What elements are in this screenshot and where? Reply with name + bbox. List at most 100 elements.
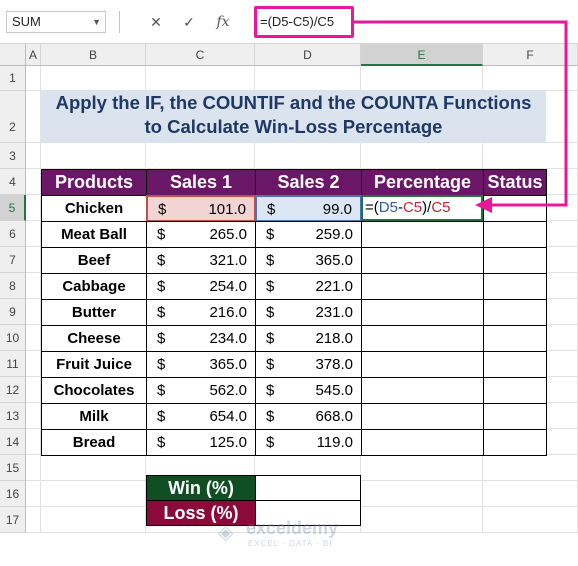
product-cell[interactable]: Butter <box>41 299 147 326</box>
row-header-12[interactable]: 12 <box>0 377 26 403</box>
grid-cell[interactable] <box>483 507 578 533</box>
status-cell[interactable] <box>483 195 547 222</box>
percentage-cell[interactable] <box>361 351 484 378</box>
sales1-cell[interactable]: $562.0 <box>146 377 256 404</box>
sales2-cell[interactable]: $378.0 <box>255 351 362 378</box>
insert-function-icon[interactable]: fx <box>209 11 237 33</box>
grid-cell[interactable] <box>26 169 41 195</box>
row-header-14[interactable]: 14 <box>0 429 26 455</box>
grid-cell[interactable] <box>146 66 255 91</box>
status-cell[interactable] <box>483 429 547 456</box>
status-cell[interactable] <box>483 351 547 378</box>
row-header-15[interactable]: 15 <box>0 455 26 481</box>
grid-cell[interactable] <box>361 507 483 533</box>
column-header-d[interactable]: D <box>255 44 361 66</box>
grid-cell[interactable] <box>483 143 578 169</box>
grid-cell[interactable] <box>483 481 578 507</box>
sales1-cell[interactable]: $234.0 <box>146 325 256 352</box>
name-box[interactable]: SUM ▼ <box>6 11 106 33</box>
sales2-cell[interactable]: $99.0 <box>255 195 362 222</box>
grid-cell[interactable] <box>26 507 41 533</box>
grid-cell[interactable] <box>26 221 41 247</box>
active-cell-e5[interactable]: =(D5-C5)/C5 <box>361 195 483 221</box>
percentage-cell[interactable] <box>361 325 484 352</box>
row-header-8[interactable]: 8 <box>0 273 26 299</box>
grid-cell[interactable] <box>26 481 41 507</box>
sales2-cell[interactable]: $119.0 <box>255 429 362 456</box>
row-header-9[interactable]: 9 <box>0 299 26 325</box>
row-header-2[interactable]: 2 <box>0 91 26 143</box>
sales1-cell[interactable]: $216.0 <box>146 299 256 326</box>
grid-cell[interactable] <box>255 143 361 169</box>
percentage-cell[interactable] <box>361 273 484 300</box>
product-cell[interactable]: Cabbage <box>41 273 147 300</box>
product-cell[interactable]: Chocolates <box>41 377 147 404</box>
grid-cell[interactable] <box>41 455 146 481</box>
product-cell[interactable]: Meat Ball <box>41 221 147 248</box>
grid-cell[interactable] <box>41 143 146 169</box>
row-header-10[interactable]: 10 <box>0 325 26 351</box>
product-cell[interactable]: Beef <box>41 247 147 274</box>
chevron-down-icon[interactable]: ▼ <box>92 12 101 32</box>
product-cell[interactable]: Milk <box>41 403 147 430</box>
product-cell[interactable]: Bread <box>41 429 147 456</box>
grid-cell[interactable] <box>361 143 483 169</box>
grid-cell[interactable] <box>26 325 41 351</box>
percentage-cell[interactable] <box>361 377 484 404</box>
row-header-1[interactable]: 1 <box>0 66 26 91</box>
column-header-f[interactable]: F <box>483 44 578 66</box>
grid-cell[interactable] <box>26 299 41 325</box>
percentage-cell[interactable] <box>361 299 484 326</box>
sales1-cell[interactable]: $365.0 <box>146 351 256 378</box>
percentage-cell[interactable] <box>361 429 484 456</box>
row-header-16[interactable]: 16 <box>0 481 26 507</box>
sales2-cell[interactable]: $221.0 <box>255 273 362 300</box>
column-header-b[interactable]: B <box>41 44 146 66</box>
row-header-6[interactable]: 6 <box>0 221 26 247</box>
status-cell[interactable] <box>483 403 547 430</box>
product-cell[interactable]: Chicken <box>41 195 147 222</box>
sales2-cell[interactable]: $218.0 <box>255 325 362 352</box>
row-header-5[interactable]: 5 <box>0 195 26 221</box>
sales2-cell[interactable]: $365.0 <box>255 247 362 274</box>
sales1-cell[interactable]: $654.0 <box>146 403 256 430</box>
grid-cell[interactable] <box>146 143 255 169</box>
column-header-c[interactable]: C <box>146 44 255 66</box>
grid-cell[interactable] <box>26 91 41 143</box>
row-header-17[interactable]: 17 <box>0 507 26 533</box>
product-cell[interactable]: Cheese <box>41 325 147 352</box>
grid-cell[interactable] <box>41 66 146 91</box>
grid-cell[interactable] <box>361 481 483 507</box>
sales2-cell[interactable]: $545.0 <box>255 377 362 404</box>
grid-cell[interactable] <box>26 66 41 91</box>
grid-cell[interactable] <box>26 195 41 221</box>
row-header-4[interactable]: 4 <box>0 169 26 195</box>
sales1-cell[interactable]: $265.0 <box>146 221 256 248</box>
sales1-cell[interactable]: $254.0 <box>146 273 256 300</box>
status-cell[interactable] <box>483 325 547 352</box>
grid-cell[interactable] <box>361 66 483 91</box>
percentage-cell[interactable] <box>361 247 484 274</box>
sales1-cell[interactable]: $101.0 <box>146 195 256 222</box>
row-header-7[interactable]: 7 <box>0 247 26 273</box>
grid-cell[interactable] <box>26 143 41 169</box>
row-header-13[interactable]: 13 <box>0 403 26 429</box>
row-header-11[interactable]: 11 <box>0 351 26 377</box>
grid-cell[interactable] <box>483 455 578 481</box>
status-cell[interactable] <box>483 377 547 404</box>
status-cell[interactable] <box>483 221 547 248</box>
grid-cell[interactable] <box>26 455 41 481</box>
sales1-cell[interactable]: $321.0 <box>146 247 256 274</box>
percentage-cell[interactable] <box>361 403 484 430</box>
sales1-cell[interactable]: $125.0 <box>146 429 256 456</box>
grid-cell[interactable] <box>26 247 41 273</box>
grid-cell[interactable] <box>361 455 483 481</box>
grid-cell[interactable] <box>483 66 578 91</box>
grid-cell[interactable] <box>41 481 146 507</box>
status-cell[interactable] <box>483 247 547 274</box>
cancel-icon[interactable]: ✕ <box>142 11 170 33</box>
grid-cell[interactable] <box>26 351 41 377</box>
status-cell[interactable] <box>483 273 547 300</box>
column-header-e[interactable]: E <box>361 44 483 66</box>
grid-cell[interactable] <box>26 429 41 455</box>
